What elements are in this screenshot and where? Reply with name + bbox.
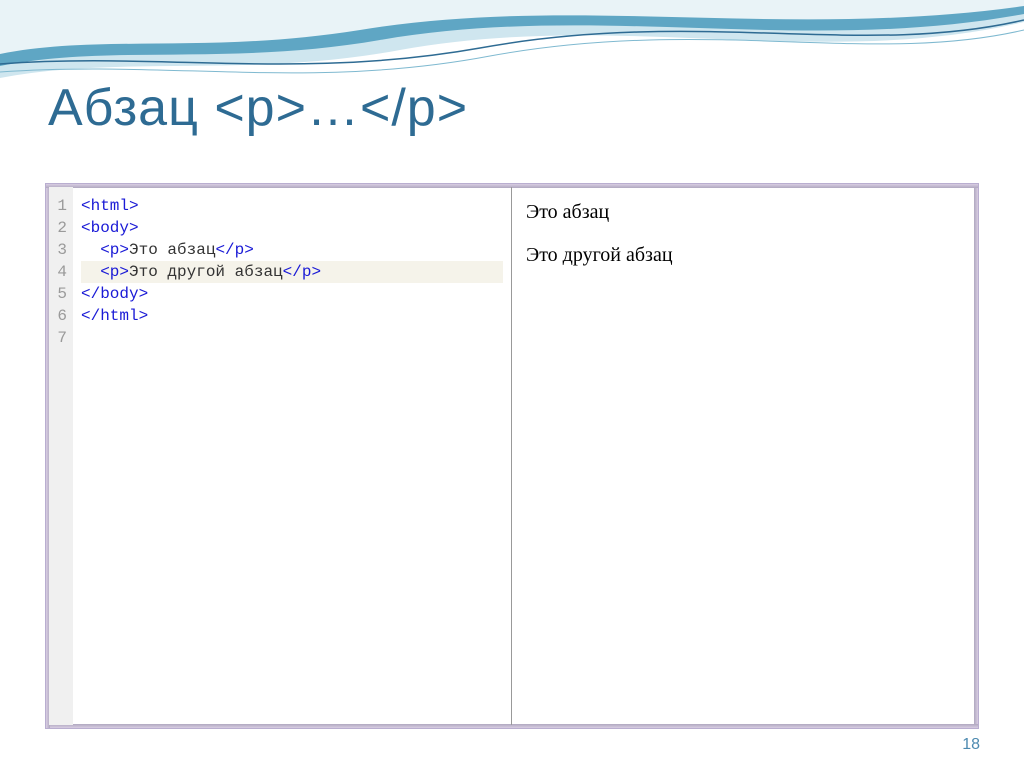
code-line: <p>Это абзац</p> [81, 239, 503, 261]
example-panel: 1234567 <html><body> <p>Это абзац</p> <p… [48, 186, 976, 726]
line-number: 4 [53, 261, 67, 283]
preview-paragraph-1: Это абзац [526, 201, 961, 224]
code-editor-pane: 1234567 <html><body> <p>Это абзац</p> <p… [49, 187, 512, 725]
line-number: 1 [53, 195, 67, 217]
slide: Абзац <p>…</p> 1234567 <html><body> <p>Э… [0, 0, 1024, 768]
code-line: <p>Это другой абзац</p> [81, 261, 503, 283]
line-number-gutter: 1234567 [49, 187, 73, 725]
code-line [81, 327, 503, 349]
code-line: <html> [81, 195, 503, 217]
page-number: 18 [962, 736, 980, 754]
line-number: 5 [53, 283, 67, 305]
code-body: <html><body> <p>Это абзац</p> <p>Это дру… [73, 187, 511, 725]
slide-title: Абзац <p>…</p> [48, 78, 468, 138]
preview-paragraph-2: Это другой абзац [526, 244, 961, 267]
line-number: 7 [53, 327, 67, 349]
code-line: <body> [81, 217, 503, 239]
line-number: 3 [53, 239, 67, 261]
code-line: </html> [81, 305, 503, 327]
code-line: </body> [81, 283, 503, 305]
preview-pane: Это абзац Это другой абзац [512, 187, 975, 725]
line-number: 6 [53, 305, 67, 327]
line-number: 2 [53, 217, 67, 239]
